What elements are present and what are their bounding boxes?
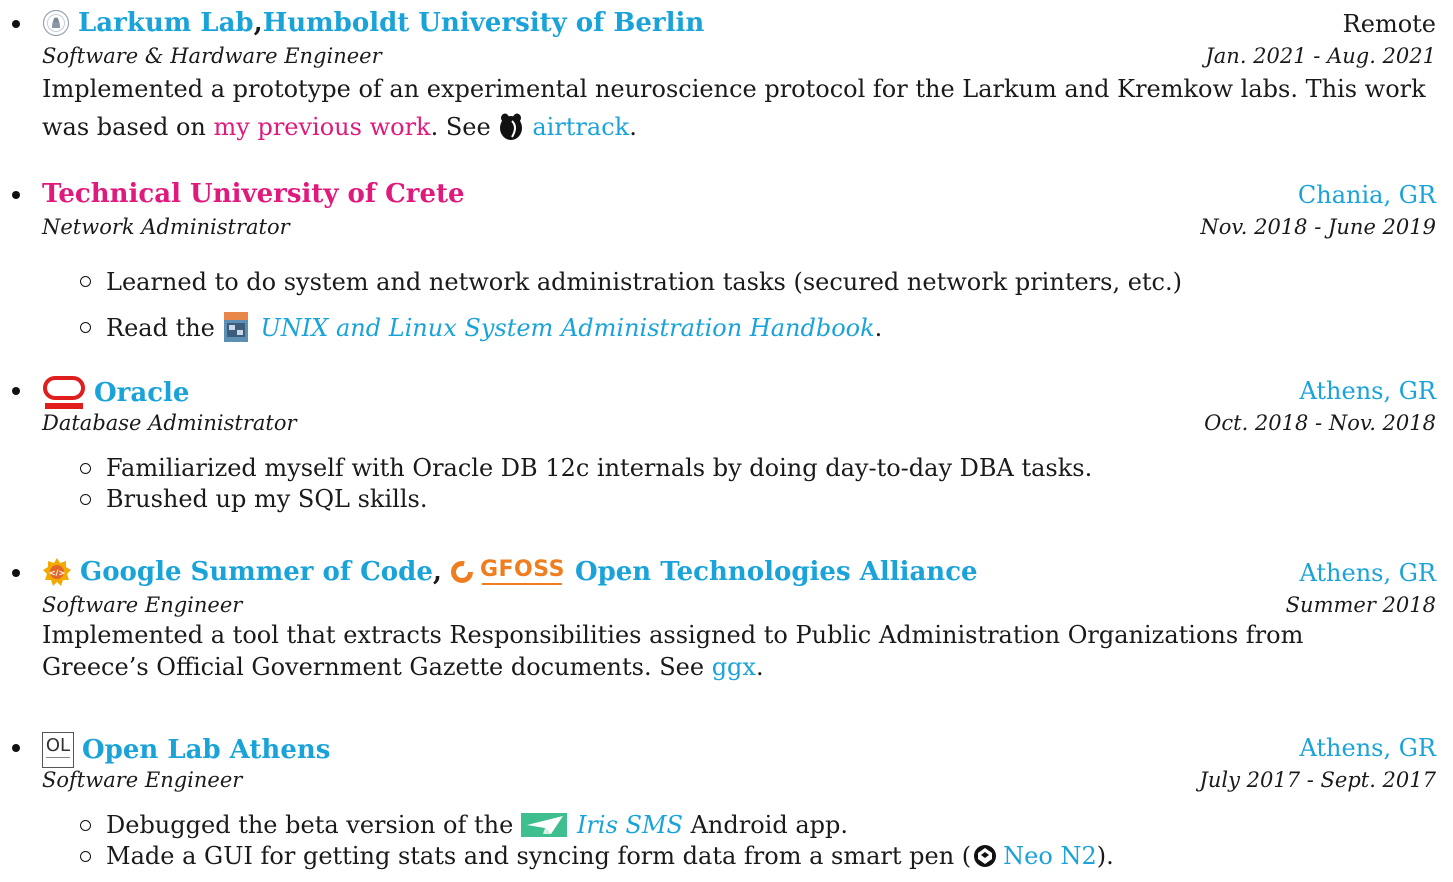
entry-description: Implemented a prototype of an experiment… [42,75,1426,141]
entry-role-row: Software Engineer July 2017 - Sept. 2017 [0,768,1453,798]
entry-role-row: Software Engineer Summer 2018 [0,593,1453,623]
entry-role-row: Software & Hardware Engineer Jan. 2021 -… [0,44,1453,74]
bullet [12,744,20,752]
oracle-logo-icon [43,376,85,409]
unix-handbook-link[interactable]: UNIX and Linux System Administration Han… [261,314,875,342]
humboldt-seal-icon [42,9,70,37]
iris-plane-icon [520,812,567,837]
airtrack-link[interactable]: airtrack [532,113,629,141]
entry-bullets: Familiarized myself with Oracle DB 12c i… [80,453,1453,515]
entry-role: Database Administrator [42,411,297,435]
tu-crete-link[interactable]: Technical University of Crete [42,179,465,209]
entry-dates: Jan. 2021 - Aug. 2021 [1205,44,1436,68]
bullet [12,20,20,28]
bullet [12,569,20,577]
entry-header: Larkum Lab , Humboldt University of Berl… [0,4,1453,44]
gfoss-logo-text: GFOSS [479,557,565,582]
entry-bullets: Learned to do system and network adminis… [80,259,1453,351]
entry-description: Implemented a tool that extracts Respons… [42,621,1304,681]
list-item: Read the UNIX and Linux System Administr… [80,305,1453,351]
neo-pen-icon [974,844,997,867]
entry-title: Technical University of Crete [42,179,465,209]
mouse-icon [500,113,523,140]
entry-role: Software & Hardware Engineer [42,44,382,68]
entry-role: Network Administrator [42,215,290,239]
entry-location[interactable]: Chania, GR [1298,181,1436,209]
list-item: Brushed up my SQL skills. [80,484,1453,515]
entry-bullets: Debugged the beta version of the Iris SM… [80,810,1453,872]
list-item: Learned to do system and network adminis… [80,259,1453,305]
entry-role-row: Network Administrator Nov. 2018 - June 2… [0,215,1453,245]
entry-role: Software Engineer [42,768,243,792]
entry-tu-crete: Technical University of Crete Chania, GR… [0,175,1453,351]
neo-n2-link[interactable]: Neo N2 [1003,842,1097,870]
entry-larkum-lab: Larkum Lab , Humboldt University of Berl… [0,4,1453,147]
bullet [12,387,20,395]
entry-role: Software Engineer [42,593,243,617]
svg-text:</>: </> [49,569,65,578]
open-technologies-alliance-link[interactable]: Open Technologies Alliance [575,557,978,587]
entry-location[interactable]: Athens, GR [1300,734,1437,762]
bullet [12,191,20,199]
larkum-lab-link[interactable]: Larkum Lab [78,8,254,38]
entry-title: </> Google Summer of Code , GFOSS Open T… [42,557,978,587]
entry-header: Oracle Athens, GR [0,371,1453,411]
entry-title: Larkum Lab , Humboldt University of Berl… [42,8,704,38]
entry-dates: Nov. 2018 - June 2019 [1200,215,1436,239]
oracle-link[interactable]: Oracle [94,378,189,408]
entry-dates: July 2017 - Sept. 2017 [1199,768,1436,792]
entry-header: Technical University of Crete Chania, GR [0,175,1453,215]
entry-title: OL Open Lab Athens [42,732,330,768]
previous-work-link[interactable]: my previous work [214,113,431,141]
iris-sms-link[interactable]: Iris SMS [577,811,683,839]
entry-location[interactable]: Athens, GR [1300,377,1437,405]
humboldt-university-link[interactable]: Humboldt University of Berlin [263,8,705,38]
gsoc-logo-icon: </> [43,558,71,586]
entry-oracle: Oracle Athens, GR Database Administrator… [0,371,1453,515]
gfoss-logo-icon [450,561,473,583]
entry-header: </> Google Summer of Code , GFOSS Open T… [0,553,1453,593]
book-cover-icon [223,311,248,342]
ggx-link[interactable]: ggx [712,653,756,681]
gsoc-link[interactable]: Google Summer of Code [80,557,433,587]
entry-role-row: Database Administrator Oct. 2018 - Nov. … [0,411,1453,441]
entry-location[interactable]: Athens, GR [1300,559,1437,587]
entry-header: OL Open Lab Athens Athens, GR [0,728,1453,768]
open-lab-link[interactable]: Open Lab Athens [82,735,330,765]
list-item: Made a GUI for getting stats and syncing… [80,841,1453,872]
entry-gsoc: </> Google Summer of Code , GFOSS Open T… [0,553,1453,683]
list-item: Debugged the beta version of the Iris SM… [80,810,1453,841]
entry-location: Remote [1342,10,1436,38]
entry-title: Oracle [42,375,189,411]
entry-open-lab: OL Open Lab Athens Athens, GR Software E… [0,728,1453,872]
list-item: Familiarized myself with Oracle DB 12c i… [80,453,1453,484]
entry-dates: Oct. 2018 - Nov. 2018 [1204,411,1436,435]
entry-dates: Summer 2018 [1285,593,1436,617]
open-lab-logo-icon: OL [42,732,74,768]
